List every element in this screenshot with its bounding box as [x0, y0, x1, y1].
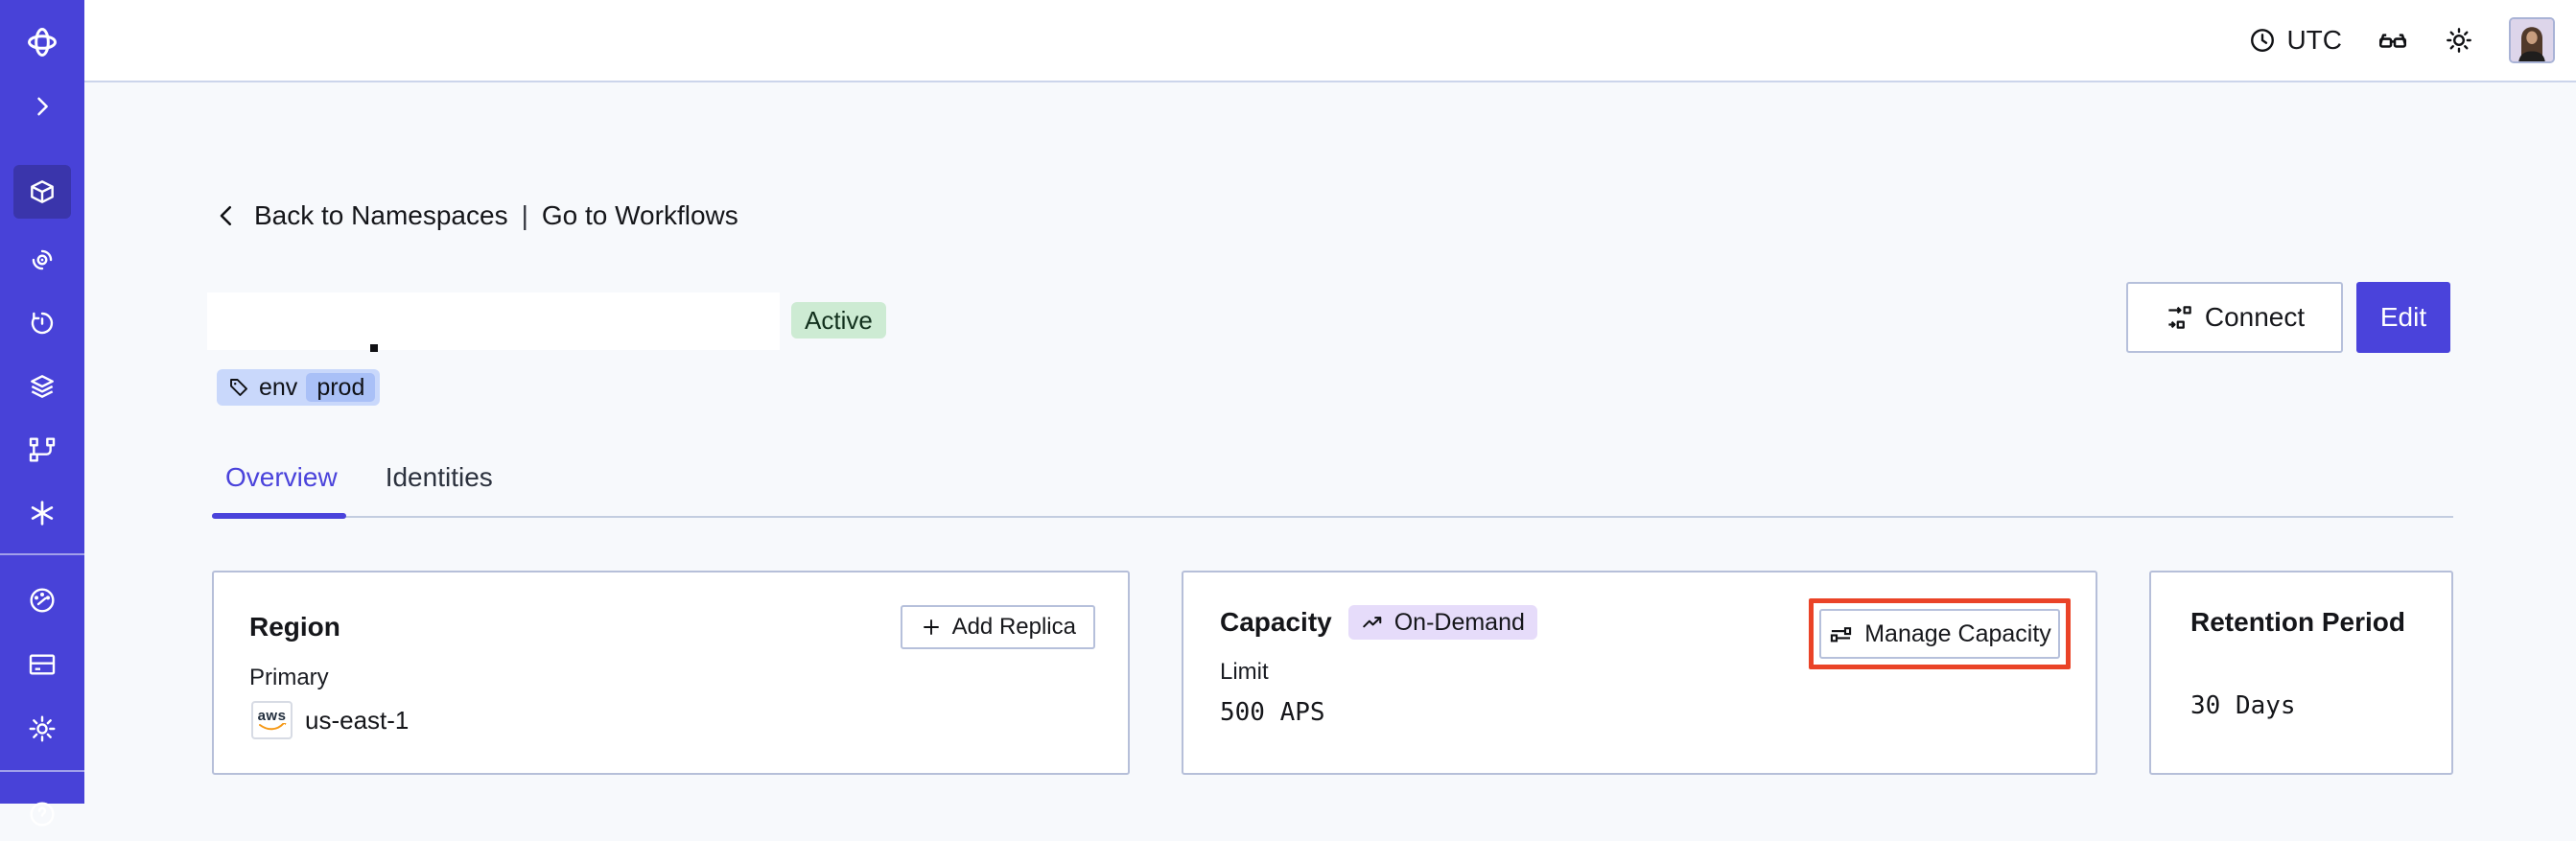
back-to-namespaces-link[interactable]: Back to Namespaces [254, 200, 508, 231]
namespace-tag: env prod [217, 369, 381, 406]
tab-overview[interactable]: Overview [212, 462, 351, 516]
swirl-eye-icon [27, 245, 58, 275]
plus-icon [920, 616, 943, 639]
timezone-selector[interactable]: UTC [2248, 25, 2342, 56]
gear-icon [27, 713, 58, 744]
connect-button[interactable]: Connect [2126, 282, 2343, 353]
region-card-title: Region [249, 612, 340, 642]
temporal-logo[interactable] [13, 15, 71, 69]
tab-active-indicator [212, 513, 346, 519]
breadcrumb-separator: | [521, 200, 528, 230]
theme-toggle-button[interactable] [2444, 25, 2474, 56]
breadcrumb: Back to Namespaces | Go to Workflows [212, 197, 738, 235]
credit-card-icon [27, 649, 58, 680]
tag-value: prod [306, 373, 376, 402]
region-value: us-east-1 [305, 705, 410, 735]
capacity-card-title: Capacity [1220, 607, 1332, 637]
primary-label: Primary [249, 665, 329, 690]
clock-icon [2248, 26, 2277, 55]
user-avatar[interactable] [2509, 17, 2555, 63]
sidebar-expand-button[interactable] [13, 80, 71, 133]
sidebar-item-batch-operations[interactable] [13, 360, 71, 413]
manage-capacity-label: Manage Capacity [1864, 619, 2051, 647]
sidebar-item-usage[interactable] [13, 573, 71, 627]
retention-value: 30 Days [2190, 691, 2296, 720]
temporal-logo-icon [25, 25, 59, 59]
trending-up-icon [1361, 610, 1386, 635]
asterisk-icon [27, 498, 58, 528]
chevron-left-icon [212, 201, 241, 230]
cube-icon [27, 176, 58, 207]
aws-logo-text: aws [257, 707, 287, 724]
edit-button-label: Edit [2379, 302, 2427, 332]
aws-logo: aws [251, 701, 293, 739]
tab-identities[interactable]: Identities [372, 462, 506, 516]
glasses-icon [2377, 24, 2409, 57]
tabs-baseline [212, 516, 2453, 518]
sidebar-item-archival[interactable] [13, 233, 71, 287]
status-badge: Active [791, 302, 886, 339]
aws-smile-icon [258, 722, 286, 730]
layers-icon [27, 371, 58, 402]
sidebar-item-help[interactable] [13, 787, 71, 841]
tag-icon [227, 376, 250, 399]
add-replica-label: Add Replica [951, 614, 1076, 640]
add-replica-button[interactable]: Add Replica [900, 605, 1095, 649]
region-card: Region Add Replica Primary aws us-east-1 [212, 571, 1130, 775]
sidebar-item-settings[interactable] [13, 702, 71, 756]
on-demand-badge: On-Demand [1347, 605, 1537, 640]
limit-value: 500 APS [1220, 698, 1325, 727]
labs-mode-button[interactable] [2377, 24, 2409, 57]
timezone-label: UTC [2286, 25, 2342, 55]
namespace-name-redacted [207, 292, 780, 350]
tag-key: env [259, 373, 298, 401]
clock-history-icon [27, 308, 58, 339]
chevron-right-icon [29, 93, 56, 120]
sidebar-divider-bottom [0, 770, 84, 772]
on-demand-badge-label: On-Demand [1393, 608, 1525, 636]
sidebar-item-billing[interactable] [13, 638, 71, 691]
manage-capacity-button[interactable]: Manage Capacity [1819, 609, 2060, 659]
branch-icon [27, 434, 58, 465]
sidebar-item-schedules[interactable] [13, 296, 71, 350]
retention-card-title: Retention Period [2190, 607, 2406, 637]
capacity-card: Capacity On-Demand Manage Capacity Limit… [1182, 571, 2097, 775]
sidebar-item-namespaces[interactable] [13, 165, 71, 219]
top-bar: UTC [84, 0, 2576, 82]
connect-flow-icon [2165, 303, 2193, 332]
sun-icon [2444, 25, 2474, 56]
sidebar-divider [0, 553, 84, 555]
tab-bar: Overview Identities [212, 462, 506, 516]
annotation-highlight: Manage Capacity [1809, 598, 2071, 669]
connect-button-label: Connect [2204, 302, 2306, 332]
sliders-icon [1828, 621, 1854, 647]
namespace-name-artifact [370, 344, 378, 352]
gauge-icon [27, 585, 58, 616]
sidebar [0, 0, 84, 827]
sidebar-item-deployments[interactable] [13, 423, 71, 477]
go-to-workflows-link[interactable]: Go to Workflows [542, 200, 738, 231]
sidebar-item-nexus[interactable] [13, 486, 71, 540]
retention-card: Retention Period 30 Days [2149, 571, 2453, 775]
edit-button[interactable]: Edit [2356, 282, 2450, 353]
